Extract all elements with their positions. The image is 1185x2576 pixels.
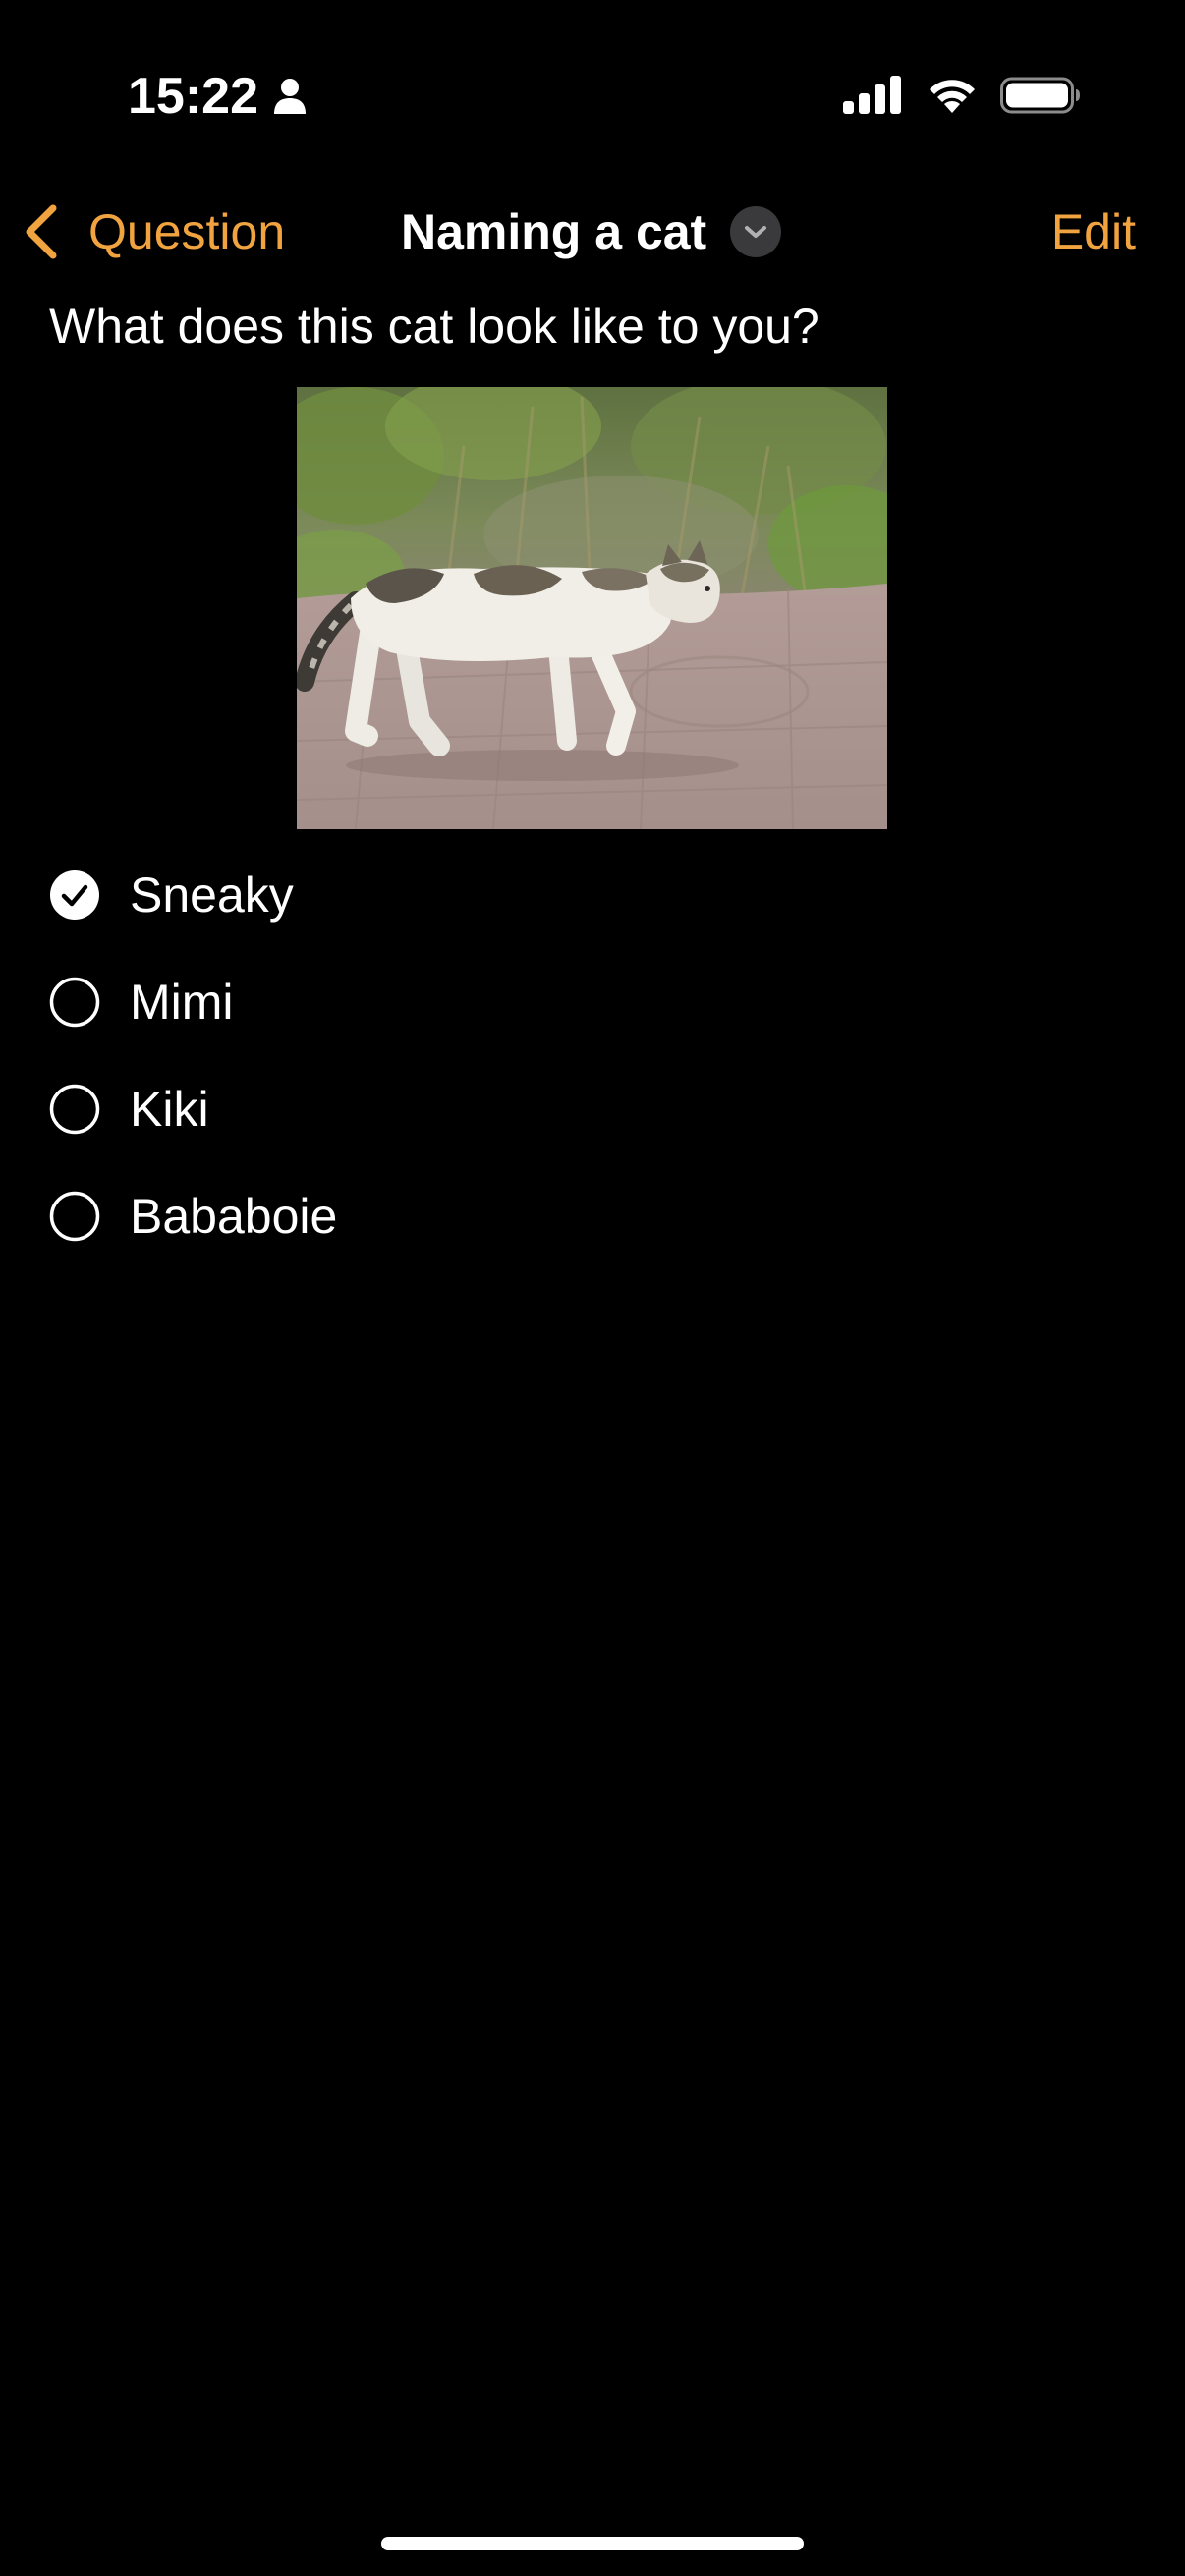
status-bar: 15:22 (0, 0, 1185, 187)
status-time: 15:22 (128, 68, 258, 125)
home-indicator[interactable] (381, 2537, 804, 2550)
option-label: Sneaky (130, 867, 294, 923)
cellular-signal-icon (843, 75, 904, 120)
back-label: Question (88, 204, 286, 259)
option-item[interactable]: Bababoie (49, 1162, 1130, 1269)
wifi-icon (926, 76, 979, 120)
status-indicators (843, 73, 1081, 122)
chevron-left-icon (22, 202, 61, 261)
options-list: Sneaky Mimi Kiki Bababoie (49, 841, 1130, 1269)
title-menu-button[interactable] (730, 206, 782, 257)
option-label: Bababoie (130, 1188, 338, 1244)
option-label: Mimi (130, 974, 234, 1030)
page-title: Naming a cat (401, 204, 707, 259)
person-icon (272, 77, 308, 116)
chevron-down-icon (745, 226, 767, 238)
back-button[interactable]: Question (22, 200, 285, 263)
option-label: Kiki (130, 1081, 209, 1137)
empty-circle-icon[interactable] (49, 977, 100, 1028)
navigation-bar: Question Naming a cat Edit (0, 187, 1185, 275)
question-text: What does this cat look like to you? (49, 299, 819, 354)
cat-photo (297, 387, 887, 829)
edit-button[interactable]: Edit (1051, 200, 1136, 263)
option-item[interactable]: Sneaky (49, 841, 1130, 948)
checkmark-circle-icon[interactable] (49, 869, 100, 921)
empty-circle-icon[interactable] (49, 1191, 100, 1242)
title-menu[interactable]: Naming a cat (401, 200, 782, 263)
status-time-group: 15:22 (128, 65, 308, 128)
battery-icon (1000, 76, 1081, 120)
option-item[interactable]: Kiki (49, 1055, 1130, 1162)
option-item[interactable]: Mimi (49, 948, 1130, 1055)
empty-circle-icon[interactable] (49, 1084, 100, 1135)
